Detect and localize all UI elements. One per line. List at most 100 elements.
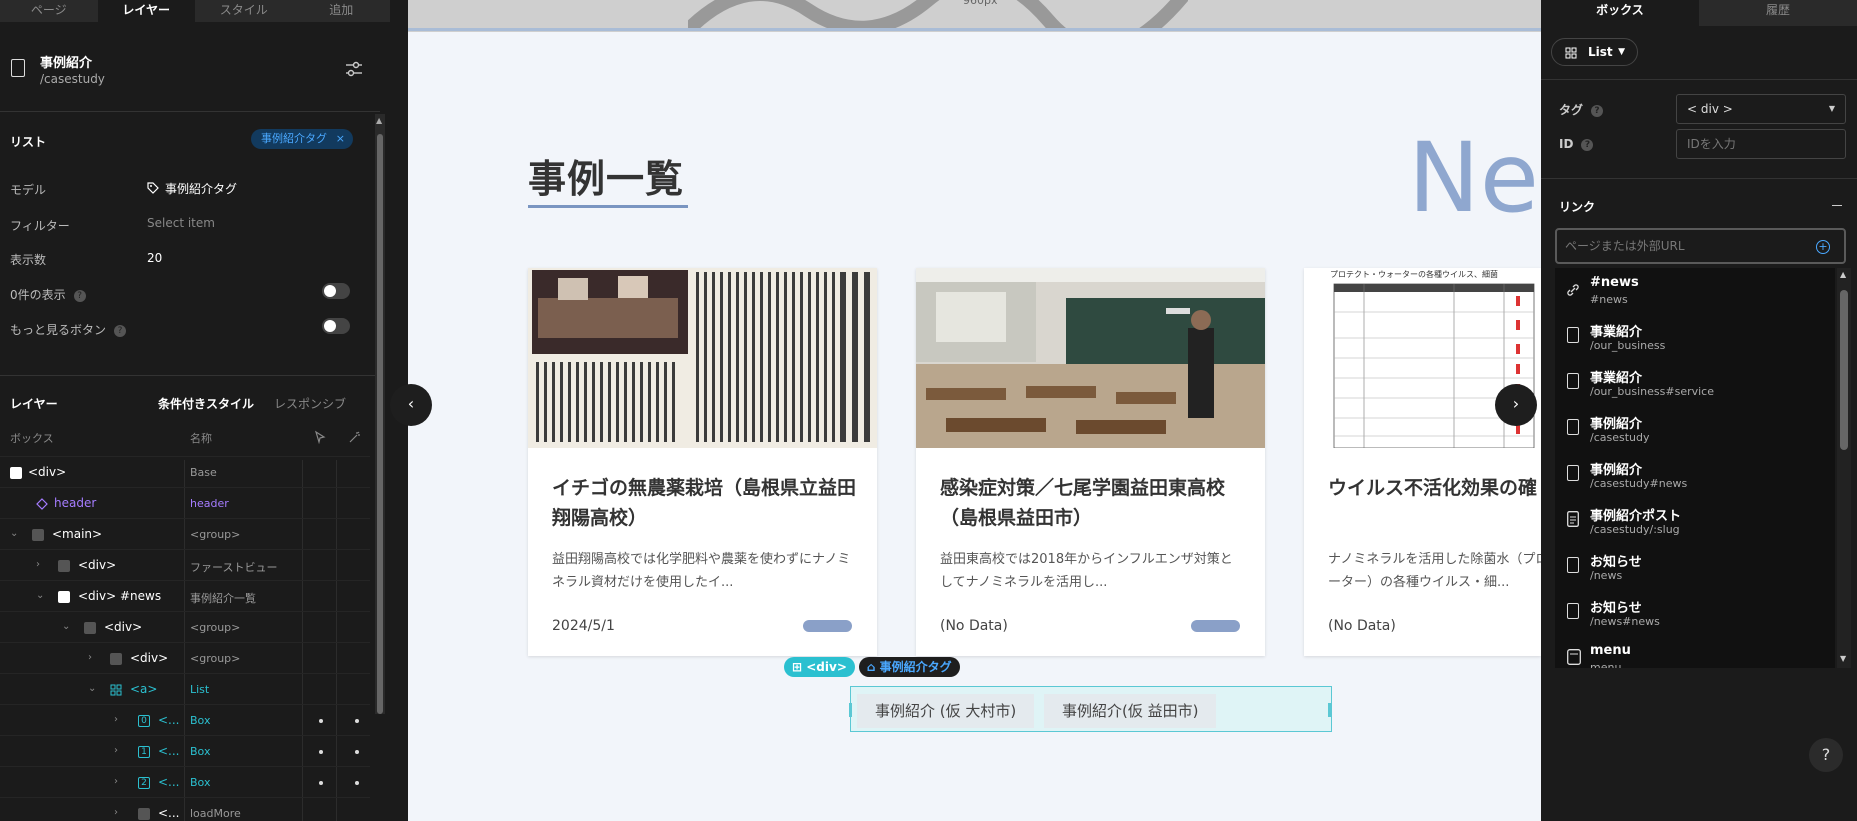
model-value[interactable]: 事例紹介タグ	[147, 180, 237, 197]
scrollbar-thumb[interactable]	[1840, 290, 1848, 450]
url-input[interactable]: ページまたは外部URL	[1555, 228, 1846, 264]
layer-row[interactable]: › <div> <group>	[0, 642, 370, 673]
scroll-up-icon[interactable]: ▲	[1840, 270, 1846, 279]
tab-style[interactable]: スタイル	[195, 0, 293, 22]
suggestion-title: #news	[1590, 275, 1639, 290]
carousel-next-button[interactable]: ›	[1495, 384, 1537, 426]
page-icon	[1567, 419, 1579, 435]
chevron-down-icon[interactable]: ⌄	[10, 528, 18, 539]
suggestion-item[interactable]: menu menu	[1555, 636, 1835, 668]
group-icon	[110, 653, 122, 665]
tab-page[interactable]: ページ	[0, 0, 98, 22]
list-item[interactable]: 事例紹介(仮 益田市)	[1044, 694, 1217, 728]
suggestion-item[interactable]: 事業紹介 /our_business	[1555, 314, 1835, 360]
layer-row[interactable]: ⌄ <div> <group>	[0, 611, 370, 642]
suggestion-path: /casestudy	[1590, 431, 1650, 444]
collapse-icon[interactable]	[1832, 205, 1842, 206]
tab-layer[interactable]: レイヤー	[10, 395, 58, 412]
zero-label-text: 0件の表示	[10, 288, 66, 302]
help-icon[interactable]: ?	[1591, 105, 1604, 117]
scroll-up-icon[interactable]: ▲	[376, 116, 382, 125]
layer-row[interactable]: ⌄ <div> #news 事例紹介一覧	[0, 580, 370, 611]
layer-row[interactable]: › 2 <... Box	[0, 766, 370, 797]
selection-tag-div[interactable]: ⊞ <div>	[784, 657, 855, 677]
divider	[0, 111, 380, 112]
tab-layers[interactable]: レイヤー	[97, 0, 195, 22]
zero-toggle[interactable]	[322, 283, 350, 299]
scrollbar-thumb[interactable]	[377, 134, 383, 714]
count-input[interactable]: 20	[147, 251, 162, 265]
suggestions-scrollbar[interactable]: ▲ ▼	[1837, 268, 1851, 668]
chevron-right-icon[interactable]: ›	[114, 776, 118, 787]
suggestion-item[interactable]: お知らせ /news	[1555, 544, 1835, 590]
chevron-down-icon[interactable]: ⌄	[88, 683, 96, 694]
plus-icon[interactable]: +	[1816, 240, 1830, 254]
tab-box[interactable]: ボックス	[1541, 0, 1699, 26]
layer-name: List	[190, 683, 210, 696]
suggestion-item[interactable]: 事例紹介 /casestudy#news	[1555, 452, 1835, 498]
layer-row[interactable]: › <div> ファーストビュー	[0, 549, 370, 580]
hero-illustration	[688, 0, 1188, 30]
filter-select[interactable]: Select item	[147, 216, 215, 230]
chevron-right-icon[interactable]: ›	[88, 652, 92, 663]
tag-select-value: < div >	[1687, 102, 1733, 116]
resize-handle[interactable]	[849, 703, 852, 717]
suggestion-item[interactable]: 事例紹介 /casestudy	[1555, 406, 1835, 452]
list-type-button[interactable]: List ▼	[1551, 38, 1638, 66]
layer-row[interactable]: › <... loadMore	[0, 797, 370, 821]
scroll-down-icon[interactable]: ▼	[1840, 654, 1846, 663]
list-item[interactable]: 事例紹介 (仮 大村市)	[857, 694, 1035, 728]
help-icon[interactable]: ?	[114, 325, 127, 337]
model-chip[interactable]: 事例紹介タグ ×	[251, 129, 353, 149]
case-card[interactable]: 感染症対策／七尾学園益田東高校（島根県益田市） 益田東高校では2018年からイン…	[916, 268, 1265, 656]
tag-icon	[147, 182, 159, 194]
layer-row[interactable]: › 1 <... Box	[0, 735, 370, 766]
layer-name: Box	[190, 745, 211, 758]
layer-name: <group>	[190, 652, 241, 665]
suggestion-item[interactable]: #news #news	[1555, 268, 1835, 314]
selected-list[interactable]: 事例紹介 (仮 大村市) 事例紹介(仮 益田市)	[849, 686, 1332, 732]
classroom-photo	[916, 268, 1265, 448]
selection-tag-model[interactable]: ⌂ 事例紹介タグ	[858, 657, 960, 677]
left-scrollbar[interactable]: ▲	[375, 114, 385, 714]
magic-icon[interactable]	[348, 430, 362, 444]
suggestion-item[interactable]: お知らせ /news#news	[1555, 590, 1835, 636]
more-toggle[interactable]	[322, 318, 350, 334]
sliders-icon[interactable]	[344, 60, 364, 78]
chevron-right-icon[interactable]: ›	[114, 714, 118, 725]
chevron-down-icon[interactable]: ⌄	[36, 590, 44, 601]
page-icon	[1567, 465, 1579, 481]
tab-add[interactable]: 追加	[292, 0, 390, 22]
layer-row[interactable]: header header	[0, 487, 370, 518]
layer-row[interactable]: ⌄ <a> List	[0, 673, 370, 704]
pointer-icon[interactable]	[313, 430, 327, 444]
chevron-down-icon[interactable]: ⌄	[62, 621, 70, 632]
layer-row[interactable]: › 0 <... Box	[0, 704, 370, 735]
help-icon[interactable]: ?	[73, 290, 86, 302]
grid-icon: ⊞	[792, 660, 807, 674]
group-icon	[58, 560, 70, 572]
suggestion-item[interactable]: 事例紹介ポスト /casestudy/:slug	[1555, 498, 1835, 544]
tag-select[interactable]: < div > ▼	[1676, 94, 1846, 124]
layer-row[interactable]: ⌄ <main> <group>	[0, 518, 370, 549]
carousel-prev-button[interactable]: ‹	[390, 384, 432, 426]
resize-handle[interactable]	[1328, 703, 1331, 717]
case-card[interactable]: イチゴの無農薬栽培（島根県立益田翔陽高校） 益田翔陽高校では化学肥料や農薬を使わ…	[528, 268, 877, 656]
case-card[interactable]: プロテクト・ウォーターの各種ウイルス、細菌 ウイルス不活化効果の確 ナノミネラル…	[1304, 268, 1541, 656]
close-icon[interactable]: ×	[336, 129, 345, 149]
layer-row[interactable]: <div> Base	[0, 456, 370, 487]
layer-label: <...	[158, 775, 180, 789]
id-input[interactable]: IDを入力	[1676, 129, 1846, 159]
layer-label: header	[54, 496, 97, 510]
help-button[interactable]: ?	[1809, 738, 1843, 772]
layer-label: <a>	[130, 682, 158, 696]
divider	[0, 375, 380, 376]
tab-history[interactable]: 履歴	[1699, 0, 1857, 26]
help-icon[interactable]: ?	[1581, 139, 1594, 151]
chevron-right-icon[interactable]: ›	[36, 559, 40, 570]
suggestion-item[interactable]: 事業紹介 /our_business#service	[1555, 360, 1835, 406]
chevron-right-icon[interactable]: ›	[114, 807, 118, 818]
tab-conditional-style[interactable]: 条件付きスタイル	[158, 395, 254, 412]
tab-responsive[interactable]: レスポンシブ	[274, 395, 346, 412]
chevron-right-icon[interactable]: ›	[114, 745, 118, 756]
